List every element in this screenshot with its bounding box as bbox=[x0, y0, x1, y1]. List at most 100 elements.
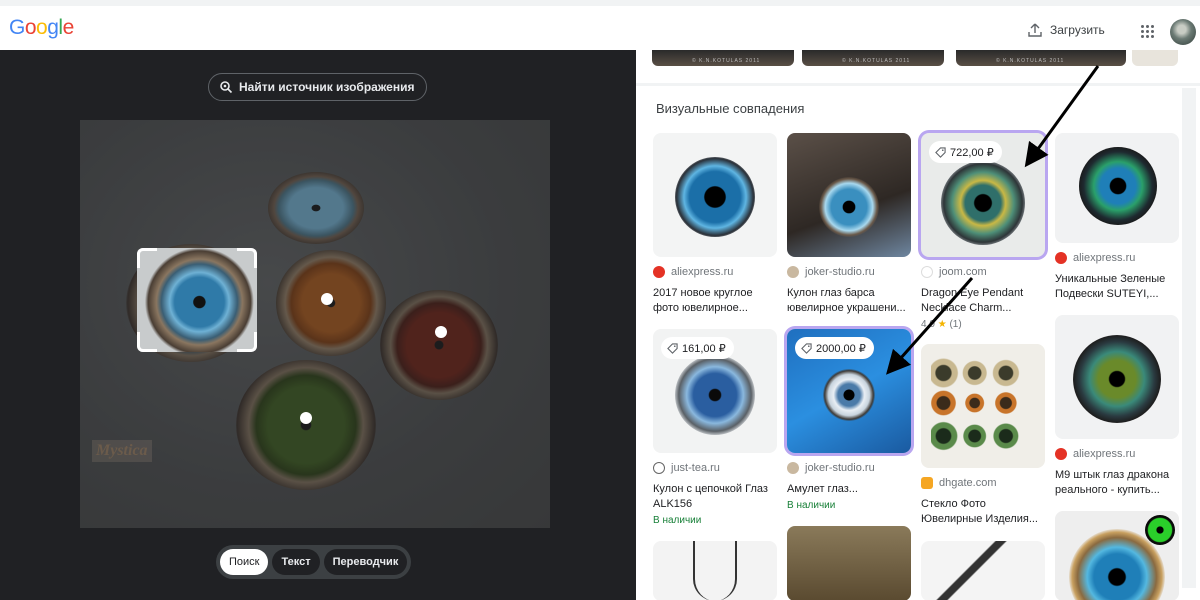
result-thumbnail[interactable]: © K.N.KOTULAS 2011 bbox=[956, 50, 1126, 66]
result-image[interactable] bbox=[787, 133, 911, 257]
source-label: aliexpress.ru bbox=[1073, 448, 1136, 460]
result-card[interactable]: aliexpress.ru Уникальные Зеленые Подвеск… bbox=[1055, 133, 1179, 302]
upload-button[interactable]: Загрузить bbox=[1028, 16, 1105, 44]
apps-grid-icon[interactable] bbox=[1141, 25, 1155, 39]
result-title[interactable]: Кулон глаз барса ювелирное украшени... bbox=[787, 286, 911, 316]
rating: 4.0 ★ (1) bbox=[921, 319, 1045, 330]
price-tag-icon bbox=[667, 342, 678, 354]
result-image[interactable] bbox=[1055, 133, 1179, 243]
result-source[interactable]: aliexpress.ru bbox=[1055, 447, 1179, 461]
previous-results-strip: © K.N.KOTULAS 2011 © K.N.KOTULAS 2011 © … bbox=[652, 50, 1192, 66]
source-label: joker-studio.ru bbox=[805, 462, 875, 474]
lens-search-icon bbox=[220, 81, 233, 94]
star-icon: ★ bbox=[937, 319, 947, 330]
image-viewer-panel: Найти источник изображения Mystica Поиск bbox=[0, 50, 636, 600]
results-scrollbar[interactable] bbox=[1182, 88, 1196, 588]
just-tea-icon bbox=[653, 462, 665, 474]
source-label: aliexpress.ru bbox=[671, 266, 734, 278]
crop-handle-bottom-left[interactable] bbox=[137, 332, 157, 352]
crop-selection[interactable] bbox=[137, 248, 257, 352]
result-title[interactable]: Амулет глаз... bbox=[787, 482, 911, 497]
result-source[interactable]: joom.com bbox=[921, 265, 1045, 279]
price-badge: 2000,00 ₽ bbox=[795, 337, 874, 359]
price-value: 722,00 ₽ bbox=[950, 146, 994, 159]
result-card[interactable]: 722,00 ₽ joom.com Dragon Eye Pendant Nec… bbox=[921, 133, 1045, 330]
result-image[interactable] bbox=[1055, 315, 1179, 439]
result-image[interactable]: 161,00 ₽ bbox=[653, 329, 777, 453]
price-value: 161,00 ₽ bbox=[682, 342, 726, 355]
result-card[interactable]: aliexpress.ru M9 штык глаз дракона реаль… bbox=[1055, 315, 1179, 498]
source-label: aliexpress.ru bbox=[1073, 252, 1136, 264]
result-source[interactable]: just-tea.ru bbox=[653, 461, 777, 475]
in-stock-label: В наличии bbox=[787, 500, 836, 511]
crop-handle-top-right[interactable] bbox=[237, 248, 257, 268]
result-title[interactable]: Dragon Eye Pendant Necklace Charm... bbox=[921, 286, 1045, 316]
result-image[interactable] bbox=[653, 541, 777, 600]
result-card[interactable]: dhgate.com Стекло Фото Ювелирные Изделия… bbox=[921, 344, 1045, 527]
find-source-label: Найти источник изображения bbox=[239, 80, 415, 94]
result-image[interactable] bbox=[921, 541, 1045, 600]
crop-handle-bottom-right[interactable] bbox=[237, 332, 257, 352]
rating-value: 4.0 bbox=[921, 319, 935, 330]
upload-icon bbox=[1028, 23, 1042, 37]
result-thumbnail[interactable]: © K.N.KOTULAS 2011 bbox=[802, 50, 944, 66]
google-logo[interactable]: Google bbox=[9, 16, 74, 40]
upload-label: Загрузить bbox=[1050, 23, 1105, 37]
joom-icon bbox=[921, 266, 933, 278]
result-title[interactable]: Кулон с цепочкой Глаз ALK156 bbox=[653, 482, 777, 512]
green-eye-badge bbox=[1145, 515, 1175, 545]
crop-handle-top-left[interactable] bbox=[137, 248, 157, 268]
price-tag-icon bbox=[935, 146, 946, 158]
joker-studio-icon bbox=[787, 266, 799, 278]
result-card[interactable]: joker-studio.ru Кулон глаз барса ювелирн… bbox=[787, 133, 911, 316]
aliexpress-icon bbox=[653, 266, 665, 278]
tab-text[interactable]: Текст bbox=[272, 549, 320, 575]
aliexpress-icon bbox=[1055, 252, 1067, 264]
result-source[interactable]: dhgate.com bbox=[921, 476, 1045, 490]
find-image-source-button[interactable]: Найти источник изображения bbox=[208, 73, 428, 101]
result-thumbnail[interactable]: © K.N.KOTULAS 2011 bbox=[652, 50, 794, 66]
tab-translate[interactable]: Переводчик bbox=[323, 549, 408, 575]
object-select-dot[interactable] bbox=[300, 412, 312, 424]
source-label: joom.com bbox=[939, 266, 987, 278]
result-card[interactable]: 161,00 ₽ just-tea.ru Кулон с цепочкой Гл… bbox=[653, 329, 777, 526]
logo-letter: o bbox=[24, 16, 37, 39]
result-image[interactable] bbox=[1055, 511, 1179, 600]
object-select-dot[interactable] bbox=[435, 326, 447, 338]
logo-letter: g bbox=[47, 16, 59, 39]
section-divider bbox=[636, 83, 1200, 86]
result-source[interactable]: joker-studio.ru bbox=[787, 461, 911, 475]
logo-letter: G bbox=[9, 16, 25, 39]
result-title[interactable]: 2017 новое круглое фото ювелирное... bbox=[653, 286, 777, 316]
result-source[interactable]: aliexpress.ru bbox=[1055, 251, 1179, 265]
source-label: joker-studio.ru bbox=[805, 266, 875, 278]
result-title[interactable]: Уникальные Зеленые Подвески SUTEYI,... bbox=[1055, 272, 1179, 302]
result-image[interactable] bbox=[921, 344, 1045, 468]
result-card[interactable]: aliexpress.ru 2017 новое круглое фото юв… bbox=[653, 133, 777, 316]
result-image[interactable] bbox=[653, 133, 777, 257]
source-label: just-tea.ru bbox=[671, 462, 720, 474]
dhgate-icon bbox=[921, 477, 933, 489]
result-thumbnail[interactable] bbox=[1132, 50, 1178, 66]
price-value: 2000,00 ₽ bbox=[816, 342, 866, 355]
price-badge: 722,00 ₽ bbox=[929, 141, 1002, 163]
price-badge: 161,00 ₽ bbox=[661, 337, 734, 359]
logo-letter: e bbox=[62, 16, 75, 39]
result-image[interactable]: 2000,00 ₽ bbox=[787, 329, 911, 453]
result-source[interactable]: aliexpress.ru bbox=[653, 265, 777, 279]
tab-search[interactable]: Поиск bbox=[220, 549, 269, 575]
result-image[interactable]: 722,00 ₽ bbox=[921, 133, 1045, 257]
result-title[interactable]: M9 штык глаз дракона реального - купить.… bbox=[1055, 468, 1179, 498]
visual-matches-title: Визуальные совпадения bbox=[656, 101, 805, 116]
source-label: dhgate.com bbox=[939, 477, 997, 489]
result-image[interactable] bbox=[787, 526, 911, 600]
rating-count: (1) bbox=[949, 319, 962, 330]
object-select-dot[interactable] bbox=[321, 293, 333, 305]
price-tag-icon bbox=[801, 342, 812, 354]
joker-studio-icon bbox=[787, 462, 799, 474]
result-card[interactable]: 2000,00 ₽ joker-studio.ru Амулет глаз...… bbox=[787, 329, 911, 511]
result-source[interactable]: joker-studio.ru bbox=[787, 265, 911, 279]
in-stock-label: В наличии bbox=[653, 515, 702, 526]
result-title[interactable]: Стекло Фото Ювелирные Изделия... bbox=[921, 497, 1045, 527]
avatar[interactable] bbox=[1170, 19, 1196, 45]
